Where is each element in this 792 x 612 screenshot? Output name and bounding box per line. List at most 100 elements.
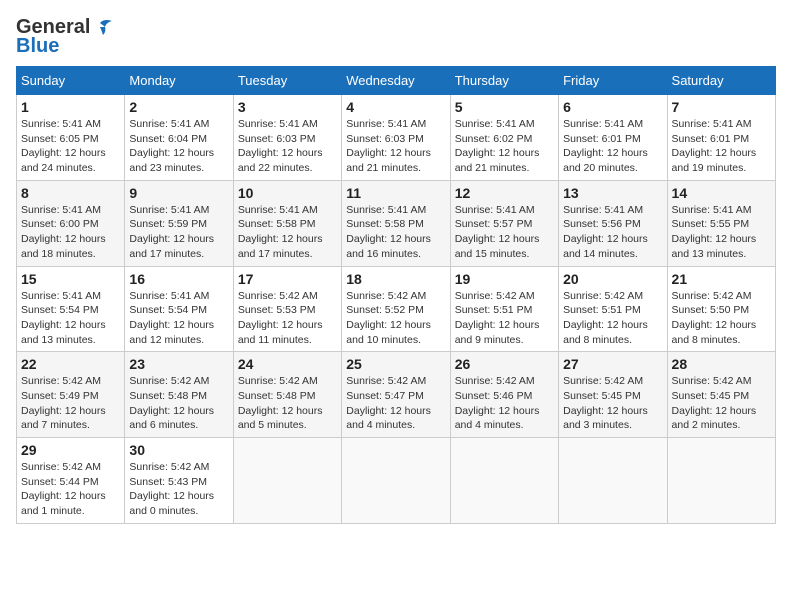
calendar-cell: 1 Sunrise: 5:41 AM Sunset: 6:05 PM Dayli… (17, 95, 125, 181)
day-number: 29 (21, 442, 120, 458)
calendar-cell: 24 Sunrise: 5:42 AM Sunset: 5:48 PM Dayl… (233, 352, 341, 438)
day-number: 2 (129, 99, 228, 115)
day-info: Sunrise: 5:42 AM Sunset: 5:50 PM Dayligh… (672, 289, 771, 348)
day-number: 25 (346, 356, 445, 372)
day-info: Sunrise: 5:41 AM Sunset: 5:55 PM Dayligh… (672, 203, 771, 262)
day-info: Sunrise: 5:42 AM Sunset: 5:48 PM Dayligh… (238, 374, 337, 433)
day-info: Sunrise: 5:42 AM Sunset: 5:52 PM Dayligh… (346, 289, 445, 348)
calendar-cell: 6 Sunrise: 5:41 AM Sunset: 6:01 PM Dayli… (559, 95, 667, 181)
day-number: 14 (672, 185, 771, 201)
day-number: 24 (238, 356, 337, 372)
day-info: Sunrise: 5:41 AM Sunset: 6:03 PM Dayligh… (346, 117, 445, 176)
day-number: 5 (455, 99, 554, 115)
calendar-cell: 25 Sunrise: 5:42 AM Sunset: 5:47 PM Dayl… (342, 352, 450, 438)
day-info: Sunrise: 5:41 AM Sunset: 5:56 PM Dayligh… (563, 203, 662, 262)
day-number: 18 (346, 271, 445, 287)
page-header: General Blue (16, 16, 776, 58)
calendar-cell: 13 Sunrise: 5:41 AM Sunset: 5:56 PM Dayl… (559, 180, 667, 266)
day-number: 10 (238, 185, 337, 201)
weekday-header-wednesday: Wednesday (342, 67, 450, 95)
weekday-header-tuesday: Tuesday (233, 67, 341, 95)
calendar-cell: 27 Sunrise: 5:42 AM Sunset: 5:45 PM Dayl… (559, 352, 667, 438)
day-number: 6 (563, 99, 662, 115)
calendar-cell: 23 Sunrise: 5:42 AM Sunset: 5:48 PM Dayl… (125, 352, 233, 438)
calendar-cell: 19 Sunrise: 5:42 AM Sunset: 5:51 PM Dayl… (450, 266, 558, 352)
day-number: 19 (455, 271, 554, 287)
day-info: Sunrise: 5:41 AM Sunset: 5:54 PM Dayligh… (21, 289, 120, 348)
calendar-cell (450, 438, 558, 524)
calendar-cell: 12 Sunrise: 5:41 AM Sunset: 5:57 PM Dayl… (450, 180, 558, 266)
calendar-cell: 10 Sunrise: 5:41 AM Sunset: 5:58 PM Dayl… (233, 180, 341, 266)
day-info: Sunrise: 5:41 AM Sunset: 6:01 PM Dayligh… (672, 117, 771, 176)
calendar-cell: 22 Sunrise: 5:42 AM Sunset: 5:49 PM Dayl… (17, 352, 125, 438)
day-info: Sunrise: 5:41 AM Sunset: 5:57 PM Dayligh… (455, 203, 554, 262)
day-info: Sunrise: 5:41 AM Sunset: 6:05 PM Dayligh… (21, 117, 120, 176)
calendar-cell: 14 Sunrise: 5:41 AM Sunset: 5:55 PM Dayl… (667, 180, 775, 266)
calendar-cell (342, 438, 450, 524)
calendar-cell: 5 Sunrise: 5:41 AM Sunset: 6:02 PM Dayli… (450, 95, 558, 181)
day-number: 4 (346, 99, 445, 115)
calendar-cell: 7 Sunrise: 5:41 AM Sunset: 6:01 PM Dayli… (667, 95, 775, 181)
day-info: Sunrise: 5:42 AM Sunset: 5:44 PM Dayligh… (21, 460, 120, 519)
day-number: 8 (21, 185, 120, 201)
day-number: 27 (563, 356, 662, 372)
logo-bird-icon (92, 19, 114, 37)
day-number: 12 (455, 185, 554, 201)
day-info: Sunrise: 5:42 AM Sunset: 5:53 PM Dayligh… (238, 289, 337, 348)
day-info: Sunrise: 5:41 AM Sunset: 6:04 PM Dayligh… (129, 117, 228, 176)
day-info: Sunrise: 5:42 AM Sunset: 5:51 PM Dayligh… (563, 289, 662, 348)
calendar-cell: 17 Sunrise: 5:42 AM Sunset: 5:53 PM Dayl… (233, 266, 341, 352)
day-number: 9 (129, 185, 228, 201)
calendar-cell (233, 438, 341, 524)
day-info: Sunrise: 5:42 AM Sunset: 5:51 PM Dayligh… (455, 289, 554, 348)
day-info: Sunrise: 5:42 AM Sunset: 5:49 PM Dayligh… (21, 374, 120, 433)
calendar-cell: 2 Sunrise: 5:41 AM Sunset: 6:04 PM Dayli… (125, 95, 233, 181)
day-info: Sunrise: 5:42 AM Sunset: 5:47 PM Dayligh… (346, 374, 445, 433)
day-info: Sunrise: 5:41 AM Sunset: 5:54 PM Dayligh… (129, 289, 228, 348)
calendar-cell: 21 Sunrise: 5:42 AM Sunset: 5:50 PM Dayl… (667, 266, 775, 352)
weekday-header-friday: Friday (559, 67, 667, 95)
logo-blue-text: Blue (16, 35, 59, 58)
weekday-header-saturday: Saturday (667, 67, 775, 95)
day-number: 16 (129, 271, 228, 287)
calendar-cell (559, 438, 667, 524)
weekday-header-thursday: Thursday (450, 67, 558, 95)
day-number: 3 (238, 99, 337, 115)
day-number: 1 (21, 99, 120, 115)
calendar-cell: 15 Sunrise: 5:41 AM Sunset: 5:54 PM Dayl… (17, 266, 125, 352)
day-info: Sunrise: 5:42 AM Sunset: 5:45 PM Dayligh… (563, 374, 662, 433)
day-info: Sunrise: 5:41 AM Sunset: 6:02 PM Dayligh… (455, 117, 554, 176)
day-number: 21 (672, 271, 771, 287)
calendar-cell: 18 Sunrise: 5:42 AM Sunset: 5:52 PM Dayl… (342, 266, 450, 352)
logo: General Blue (16, 16, 114, 58)
day-number: 7 (672, 99, 771, 115)
calendar-cell: 26 Sunrise: 5:42 AM Sunset: 5:46 PM Dayl… (450, 352, 558, 438)
day-number: 11 (346, 185, 445, 201)
day-number: 28 (672, 356, 771, 372)
calendar-cell: 4 Sunrise: 5:41 AM Sunset: 6:03 PM Dayli… (342, 95, 450, 181)
calendar-table: SundayMondayTuesdayWednesdayThursdayFrid… (16, 66, 776, 524)
calendar-cell: 8 Sunrise: 5:41 AM Sunset: 6:00 PM Dayli… (17, 180, 125, 266)
calendar-cell: 3 Sunrise: 5:41 AM Sunset: 6:03 PM Dayli… (233, 95, 341, 181)
day-info: Sunrise: 5:42 AM Sunset: 5:48 PM Dayligh… (129, 374, 228, 433)
day-info: Sunrise: 5:41 AM Sunset: 6:01 PM Dayligh… (563, 117, 662, 176)
calendar-cell: 9 Sunrise: 5:41 AM Sunset: 5:59 PM Dayli… (125, 180, 233, 266)
day-number: 15 (21, 271, 120, 287)
day-number: 17 (238, 271, 337, 287)
calendar-cell: 30 Sunrise: 5:42 AM Sunset: 5:43 PM Dayl… (125, 438, 233, 524)
day-number: 23 (129, 356, 228, 372)
day-info: Sunrise: 5:41 AM Sunset: 6:03 PM Dayligh… (238, 117, 337, 176)
calendar-cell: 11 Sunrise: 5:41 AM Sunset: 5:58 PM Dayl… (342, 180, 450, 266)
calendar-cell: 29 Sunrise: 5:42 AM Sunset: 5:44 PM Dayl… (17, 438, 125, 524)
day-number: 26 (455, 356, 554, 372)
day-info: Sunrise: 5:41 AM Sunset: 5:58 PM Dayligh… (346, 203, 445, 262)
day-number: 20 (563, 271, 662, 287)
calendar-cell: 20 Sunrise: 5:42 AM Sunset: 5:51 PM Dayl… (559, 266, 667, 352)
calendar-cell: 28 Sunrise: 5:42 AM Sunset: 5:45 PM Dayl… (667, 352, 775, 438)
day-info: Sunrise: 5:41 AM Sunset: 6:00 PM Dayligh… (21, 203, 120, 262)
day-number: 22 (21, 356, 120, 372)
weekday-header-monday: Monday (125, 67, 233, 95)
day-info: Sunrise: 5:42 AM Sunset: 5:43 PM Dayligh… (129, 460, 228, 519)
day-info: Sunrise: 5:41 AM Sunset: 5:58 PM Dayligh… (238, 203, 337, 262)
day-number: 30 (129, 442, 228, 458)
